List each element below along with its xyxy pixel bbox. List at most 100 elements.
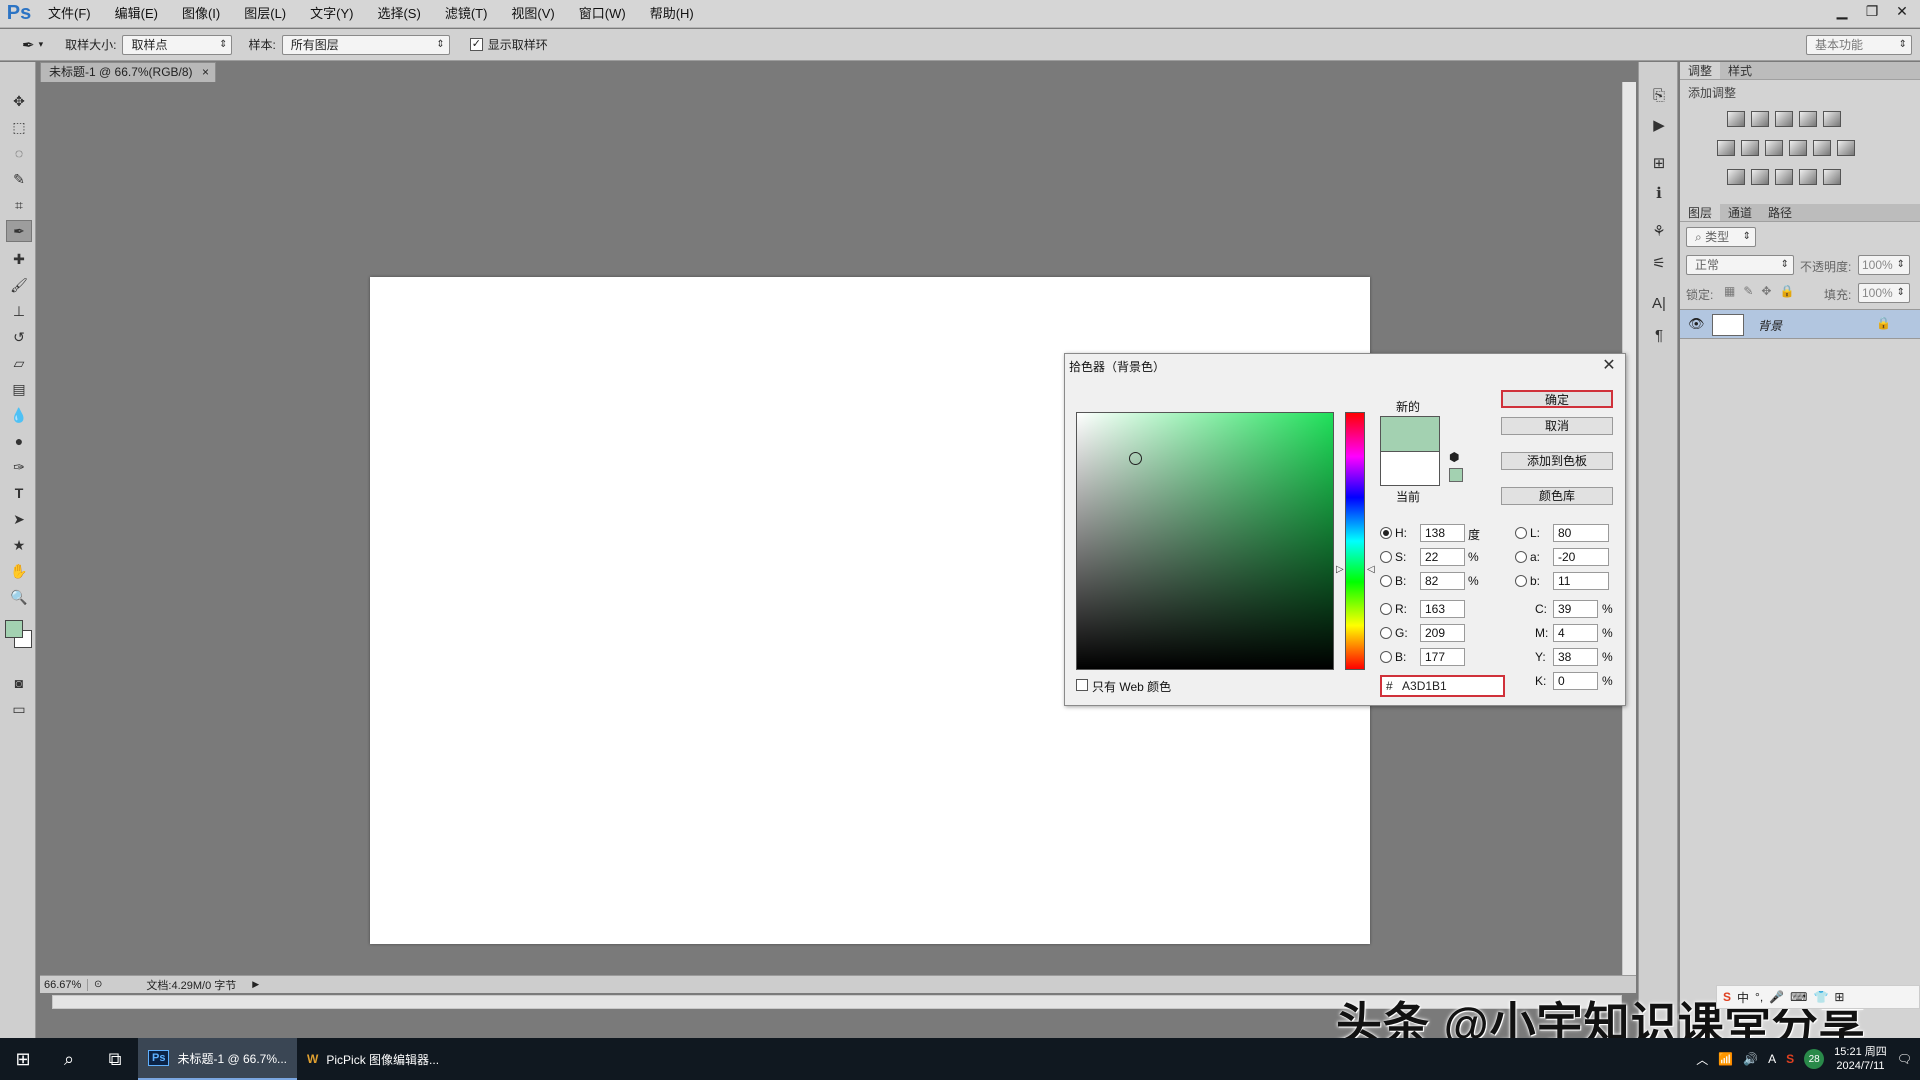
l-field[interactable]: 80 (1553, 524, 1609, 542)
selective-color-icon[interactable] (1799, 169, 1817, 185)
clone-stamp-icon[interactable]: ⊥ (6, 300, 32, 322)
close-tab-icon[interactable]: × (202, 63, 209, 81)
notification-count-badge[interactable]: 28 (1804, 1049, 1825, 1069)
brush-panel-icon[interactable]: ⚘ (1647, 220, 1671, 242)
color-lookup-icon[interactable] (1837, 140, 1855, 156)
close-icon[interactable]: ✕ (1599, 356, 1619, 376)
info-panel-icon[interactable]: ℹ (1647, 182, 1671, 204)
ime-skin-icon[interactable]: 👕 (1813, 990, 1828, 1004)
ime-chinese-icon[interactable]: 中 (1737, 989, 1749, 1006)
character-panel-icon[interactable]: A| (1647, 292, 1671, 314)
menu-help[interactable]: 帮助(H) (638, 0, 706, 28)
windows-start-icon[interactable]: ⊞ (0, 1038, 46, 1080)
hue-saturation-icon[interactable] (1717, 140, 1735, 156)
eyedropper-tool-icon[interactable]: ✒ (6, 220, 32, 242)
status-menu-arrow-icon[interactable]: ▶ (252, 979, 259, 990)
show-ring-checkbox[interactable]: ✓ (469, 38, 483, 51)
menu-view[interactable]: 视图(V) (499, 0, 566, 28)
history-brush-icon[interactable]: ↺ (6, 326, 32, 348)
history-panel-icon[interactable]: ⎘ (1647, 84, 1671, 106)
tab-paths[interactable]: 路径 (1760, 204, 1800, 221)
eraser-tool-icon[interactable]: ▱ (6, 352, 32, 374)
dodge-tool-icon[interactable]: ● (6, 430, 32, 452)
marquee-tool-icon[interactable]: ⬚ (6, 116, 32, 138)
add-to-swatches-button[interactable]: 添加到色板 (1501, 452, 1613, 470)
volume-icon[interactable]: 🔊 (1743, 1052, 1758, 1066)
brightness-field[interactable]: 82 (1420, 572, 1465, 590)
zoom-tool-icon[interactable]: 🔍 (6, 586, 32, 608)
curves-icon[interactable] (1775, 111, 1793, 127)
hue-slider-left-arrow-icon[interactable]: ▷ (1336, 564, 1344, 575)
tab-adjustments[interactable]: 调整 (1680, 62, 1721, 79)
color-libraries-button[interactable]: 颜色库 (1501, 487, 1613, 505)
color-panel-icon[interactable]: ⊞ (1647, 152, 1671, 174)
actions-panel-icon[interactable]: ▶ (1647, 114, 1671, 136)
ime-tools-icon[interactable]: ⊞ (1834, 990, 1844, 1004)
ime-indicator-icon[interactable]: A (1768, 1052, 1776, 1066)
c-field[interactable]: 39 (1553, 600, 1598, 618)
menu-filter[interactable]: 滤镜(T) (433, 0, 500, 28)
eyedropper-tool-preset-icon[interactable]: ✒ (22, 36, 35, 54)
taskbar-app-picpick[interactable]: W PicPick 图像编辑器... (297, 1038, 449, 1080)
brush-tool-icon[interactable]: 🖌 (6, 274, 32, 296)
radio-l[interactable] (1515, 527, 1527, 539)
move-tool-icon[interactable]: ✥ (6, 90, 32, 112)
menu-file[interactable]: 文件(F) (36, 0, 103, 28)
menu-select[interactable]: 选择(S) (365, 0, 432, 28)
sample-size-select[interactable]: 取样点 (122, 34, 233, 55)
radio-r[interactable] (1380, 603, 1392, 615)
shape-tool-icon[interactable]: ★ (6, 534, 32, 556)
menu-image[interactable]: 图像(I) (170, 0, 232, 28)
brightness-icon[interactable] (1727, 111, 1745, 127)
radio-brightness[interactable] (1380, 575, 1392, 587)
action-center-icon[interactable]: 🗨 (1897, 1052, 1912, 1066)
photo-filter-icon[interactable] (1789, 140, 1807, 156)
r-field[interactable]: 163 (1420, 600, 1465, 618)
k-field[interactable]: 0 (1553, 672, 1598, 690)
hex-field[interactable]: # A3D1B1 (1380, 675, 1505, 697)
s-field[interactable]: 22 (1420, 548, 1465, 566)
cancel-button[interactable]: 取消 (1501, 417, 1613, 435)
crop-tool-icon[interactable]: ⌗ (6, 194, 32, 216)
hue-slider[interactable] (1345, 412, 1365, 670)
eye-visibility-icon[interactable]: 👁 (1688, 316, 1705, 332)
close-window-icon[interactable]: ✕ (1890, 0, 1914, 22)
tray-expand-icon[interactable]: ︿ (1696, 1051, 1708, 1068)
hue-slider-right-arrow-icon[interactable]: ◁ (1367, 564, 1375, 575)
menu-type[interactable]: 文字(Y) (298, 0, 365, 28)
radio-s[interactable] (1380, 551, 1392, 563)
m-field[interactable]: 4 (1553, 624, 1598, 642)
menu-window[interactable]: 窗口(W) (567, 0, 638, 28)
menu-edit[interactable]: 编辑(E) (103, 0, 170, 28)
posterize-icon[interactable] (1751, 169, 1769, 185)
sogou-icon[interactable]: S (1723, 990, 1731, 1004)
document-tab[interactable]: 未标题-1 @ 66.7%(RGB/8) × (40, 62, 216, 82)
web-only-checkbox[interactable] (1076, 679, 1088, 691)
levels-icon[interactable] (1751, 111, 1769, 127)
current-color-swatch[interactable] (1380, 451, 1440, 486)
menu-layer[interactable]: 图层(L) (232, 0, 298, 28)
color-field[interactable] (1076, 412, 1334, 670)
exposure-icon[interactable] (1799, 111, 1817, 127)
fill-field[interactable]: 100% (1858, 283, 1910, 303)
pen-tool-icon[interactable]: ✑ (6, 456, 32, 478)
lasso-tool-icon[interactable]: ◌ (6, 142, 32, 164)
paragraph-panel-icon[interactable]: ¶ (1647, 324, 1671, 346)
a-field[interactable]: -20 (1553, 548, 1609, 566)
color-field-marker[interactable] (1129, 452, 1142, 465)
zoom-level[interactable]: 66.67% (40, 978, 88, 991)
black-white-icon[interactable] (1765, 140, 1783, 156)
h-field[interactable]: 138 (1420, 524, 1465, 542)
ime-punct-icon[interactable]: °, (1755, 990, 1763, 1004)
taskbar-app-photoshop[interactable]: Ps 未标题-1 @ 66.7%... (138, 1038, 298, 1080)
lock-icons[interactable]: ▦✎✥🔒 (1724, 284, 1802, 298)
blue-field[interactable]: 177 (1420, 648, 1465, 666)
ime-mic-icon[interactable]: 🎤 (1769, 990, 1784, 1004)
y-field[interactable]: 38 (1553, 648, 1598, 666)
network-icon[interactable]: 📶 (1718, 1052, 1733, 1066)
radio-lab-b[interactable] (1515, 575, 1527, 587)
radio-h[interactable] (1380, 527, 1392, 539)
type-tool-icon[interactable]: T (6, 482, 32, 504)
sogou-tray-icon[interactable]: S (1786, 1052, 1794, 1066)
gradient-tool-icon[interactable]: ▤ (6, 378, 32, 400)
